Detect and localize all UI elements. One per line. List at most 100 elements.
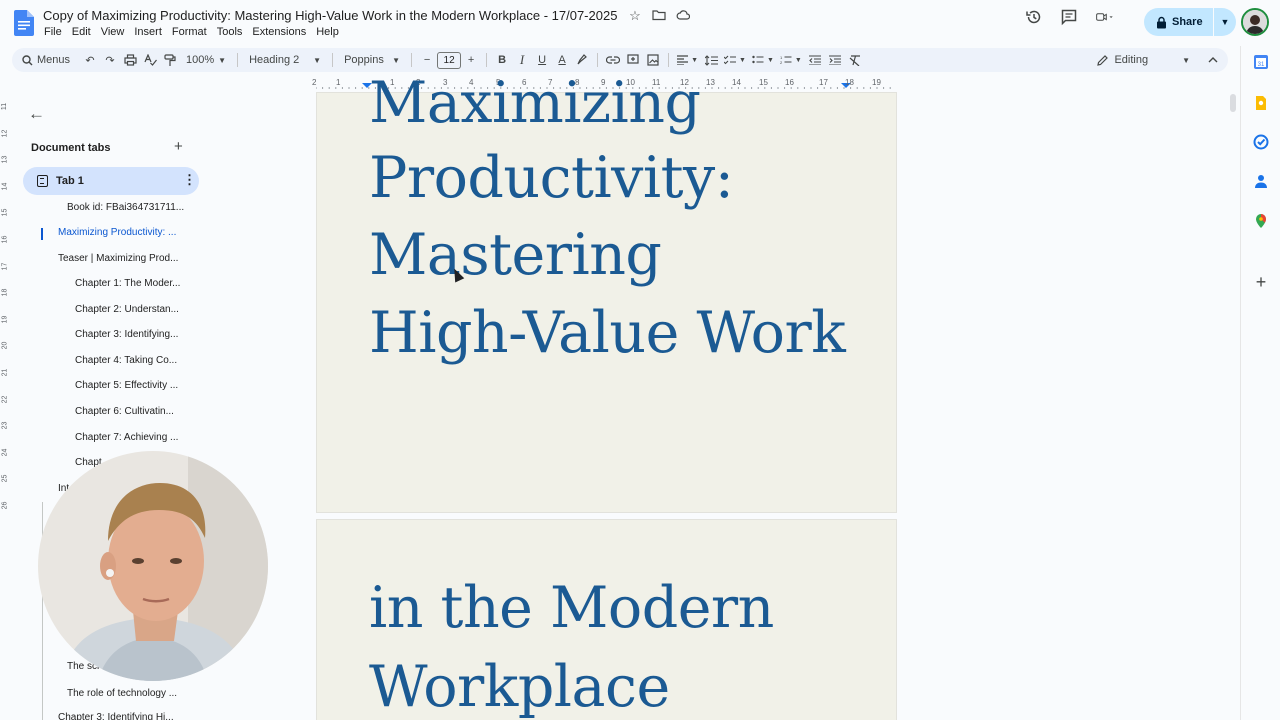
- more-options-icon[interactable]: ⋮: [183, 172, 196, 188]
- style-value: Heading 2: [249, 54, 300, 66]
- outline-item[interactable]: Chapter 1: The Moder...: [75, 278, 180, 289]
- increase-font-size-icon[interactable]: +: [461, 50, 481, 70]
- italic-button[interactable]: I: [512, 50, 532, 70]
- outline-item[interactable]: Book id: FBai364731711...: [67, 202, 184, 213]
- google-docs-logo-icon[interactable]: [14, 10, 34, 36]
- document-page[interactable]: in the Modern Workplace: [316, 519, 897, 720]
- star-icon[interactable]: ☆: [628, 9, 642, 23]
- spellcheck-icon[interactable]: [140, 50, 160, 70]
- cloud-status-icon[interactable]: [676, 9, 691, 23]
- outline-item[interactable]: Maximizing Productivity: ...: [58, 227, 176, 238]
- outline-item[interactable]: Chapter 3: Identifying Hi...: [58, 712, 174, 720]
- pencil-icon: [1097, 54, 1109, 66]
- bulleted-list-icon[interactable]: ▼: [749, 50, 777, 70]
- menu-extensions[interactable]: Extensions: [252, 26, 312, 38]
- share-main[interactable]: Share: [1144, 8, 1213, 36]
- presenter-video-icon: [38, 451, 268, 681]
- zoom-value: 100%: [186, 54, 215, 66]
- lock-icon: [1157, 16, 1166, 28]
- add-comment-icon[interactable]: [623, 50, 643, 70]
- vertical-scrollbar[interactable]: [1230, 94, 1236, 112]
- share-button[interactable]: Share ▼: [1144, 8, 1236, 36]
- ruler-number: 16: [785, 78, 794, 87]
- maps-icon[interactable]: [1253, 213, 1269, 229]
- paint-format-icon[interactable]: [160, 50, 180, 70]
- comments-icon[interactable]: [1060, 8, 1078, 26]
- heading-line[interactable]: High-Value Work: [369, 305, 846, 362]
- text-color-button[interactable]: A: [552, 50, 572, 70]
- outline-item[interactable]: Chapter 6: Cultivatin...: [75, 406, 174, 417]
- outline-item[interactable]: Chapter 5: Effectivity ...: [75, 380, 178, 391]
- heading-line[interactable]: Workplace: [369, 659, 670, 716]
- outline-item[interactable]: Teaser | Maximizing Prod...: [58, 253, 178, 264]
- document-page[interactable]: Maximizing Productivity: Mastering High-…: [316, 75, 897, 513]
- zoom-select[interactable]: 100% ▼: [180, 50, 232, 70]
- chevron-down-icon: ▼: [392, 55, 401, 65]
- search-menus-label: Menus: [37, 54, 71, 66]
- tab-1[interactable]: Tab 1 ⋮: [23, 167, 199, 195]
- toolbar-divider: [332, 53, 334, 67]
- decrease-font-size-icon[interactable]: −: [417, 50, 437, 70]
- highlight-icon[interactable]: [572, 50, 592, 70]
- outline-item[interactable]: Chapter 3: Identifying...: [75, 329, 178, 340]
- add-addon-icon[interactable]: +: [1253, 273, 1269, 291]
- decrease-indent-icon[interactable]: [805, 50, 825, 70]
- print-icon[interactable]: [120, 50, 140, 70]
- ruler-number: 19: [1, 315, 9, 324]
- account-avatar[interactable]: [1241, 8, 1269, 36]
- font-select[interactable]: Poppins ▼: [338, 50, 406, 70]
- document-tabs-header: Document tabs: [31, 142, 111, 154]
- underline-button[interactable]: U: [532, 50, 552, 70]
- insert-image-icon[interactable]: [643, 50, 663, 70]
- redo-icon[interactable]: ↷: [100, 50, 120, 70]
- tasks-icon[interactable]: [1253, 134, 1269, 150]
- toolbar-divider: [597, 53, 599, 67]
- menu-format[interactable]: Format: [172, 26, 213, 38]
- ruler-number: 25: [1, 474, 9, 483]
- move-folder-icon[interactable]: [652, 9, 666, 23]
- document-title[interactable]: Copy of Maximizing Productivity: Masteri…: [43, 8, 617, 23]
- menu-edit[interactable]: Edit: [72, 26, 97, 38]
- line-spacing-icon[interactable]: [701, 50, 721, 70]
- heading-line[interactable]: in the Modern: [369, 580, 774, 637]
- heading-line[interactable]: Maximizing: [369, 75, 701, 132]
- menu-insert[interactable]: Insert: [134, 26, 168, 38]
- bold-button[interactable]: B: [492, 50, 512, 70]
- outline-item[interactable]: Chapter 4: Taking Co...: [75, 355, 177, 366]
- keep-icon[interactable]: [1253, 95, 1269, 111]
- meet-video-icon[interactable]: [1096, 8, 1114, 26]
- undo-icon[interactable]: ↶: [80, 50, 100, 70]
- ruler-number: 1: [336, 78, 341, 87]
- collapse-menus-icon[interactable]: [1198, 50, 1228, 70]
- version-history-icon[interactable]: [1025, 8, 1043, 26]
- heading-line[interactable]: Mastering: [369, 227, 662, 284]
- align-icon[interactable]: ▼: [674, 50, 701, 70]
- outline-item[interactable]: Chapter 7: Achieving ...: [75, 432, 178, 443]
- ruler-number: 2: [312, 78, 317, 87]
- outline-item[interactable]: Chapter 2: Understan...: [75, 304, 179, 315]
- numbered-list-icon[interactable]: 12 ▼: [777, 50, 805, 70]
- menu-view[interactable]: View: [101, 26, 131, 38]
- contacts-icon[interactable]: [1253, 173, 1269, 189]
- outline-item[interactable]: The role of technology ...: [67, 688, 177, 699]
- menu-file[interactable]: File: [44, 26, 68, 38]
- back-arrow-icon[interactable]: ←: [28, 104, 45, 124]
- search-menus-button[interactable]: Menus: [12, 50, 80, 70]
- add-tab-icon[interactable]: +: [174, 138, 183, 155]
- menu-tools[interactable]: Tools: [217, 26, 249, 38]
- link-icon[interactable]: [603, 50, 623, 70]
- share-label: Share: [1172, 16, 1203, 28]
- menu-help[interactable]: Help: [316, 26, 345, 38]
- svg-text:2: 2: [780, 60, 783, 65]
- styles-select[interactable]: Heading 2 ▼: [243, 50, 327, 70]
- heading-line[interactable]: Productivity:: [369, 150, 734, 207]
- increase-indent-icon[interactable]: [825, 50, 845, 70]
- clear-formatting-icon[interactable]: [845, 50, 865, 70]
- toolbar-divider: [411, 53, 413, 67]
- checklist-icon[interactable]: ▼: [721, 50, 749, 70]
- calendar-icon[interactable]: 31: [1253, 54, 1269, 70]
- ruler-number: 14: [1, 182, 9, 191]
- font-size-input[interactable]: 12: [437, 51, 462, 69]
- share-dropdown-icon[interactable]: ▼: [1214, 17, 1236, 27]
- editing-mode-select[interactable]: Editing ▼: [1089, 50, 1198, 70]
